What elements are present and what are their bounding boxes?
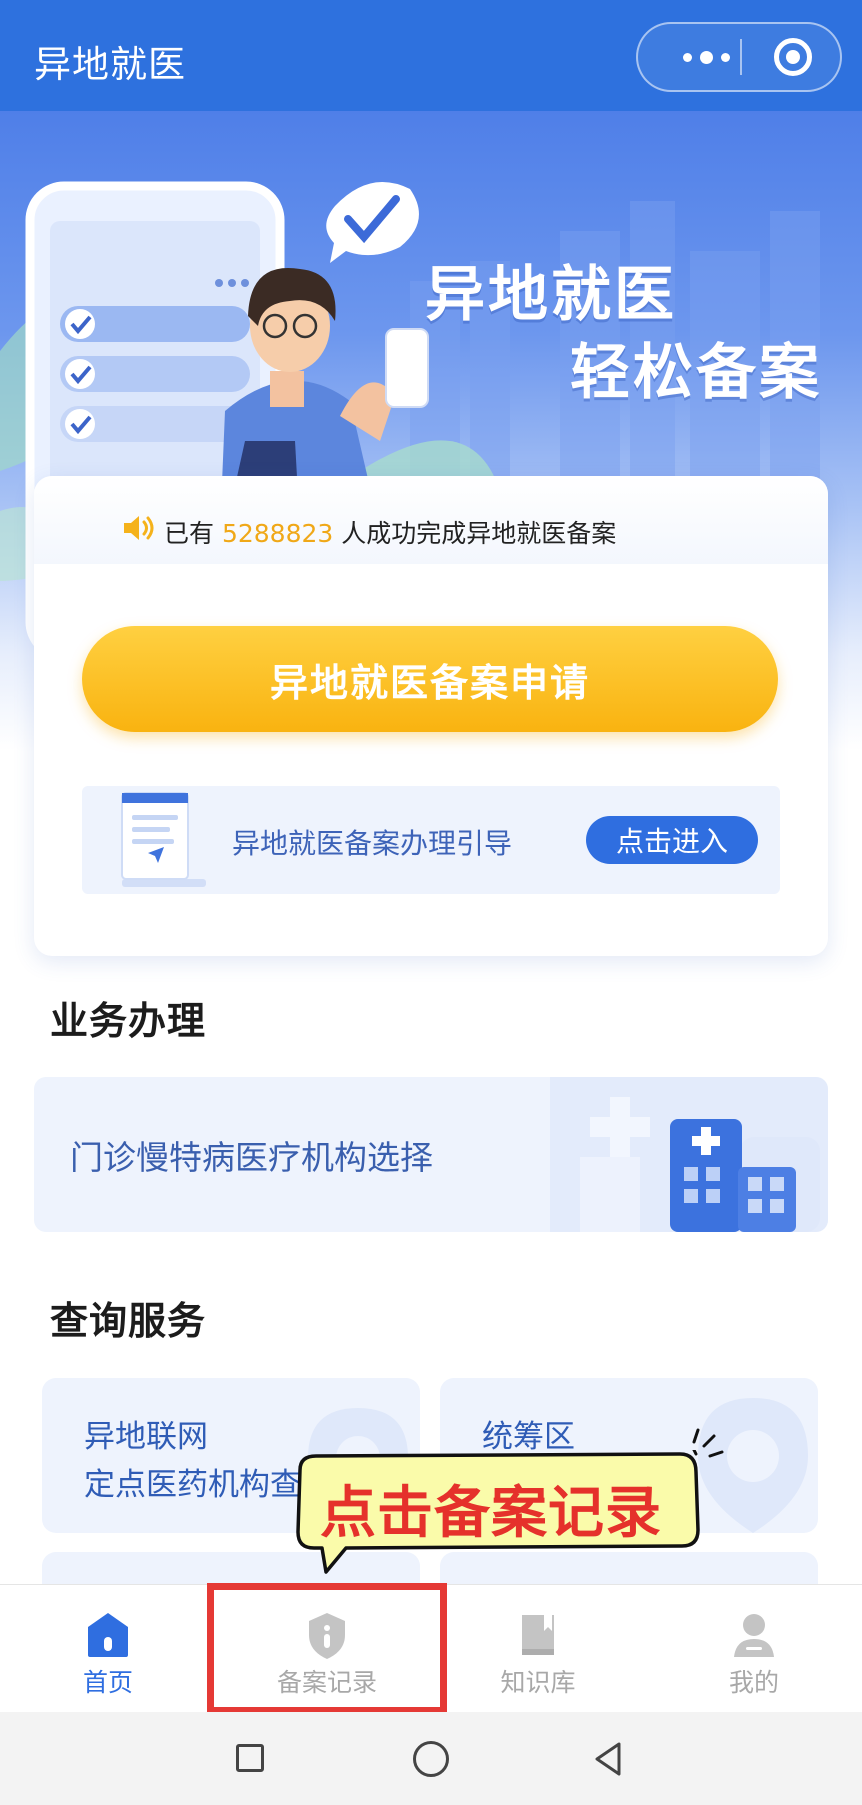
chronic-disease-institution-label: 门诊慢特病医疗机构选择 — [70, 1138, 433, 1177]
home-button[interactable] — [413, 1741, 449, 1777]
query-section-title: 查询服务 — [50, 1299, 207, 1343]
emphasis-marks — [692, 1428, 724, 1458]
notice-prefix: 已有 — [164, 519, 215, 548]
tab-profile[interactable]: 我的 — [674, 1585, 834, 1713]
hero-title-line-2: 轻松备案 — [570, 338, 822, 408]
hospital-icon — [550, 1077, 828, 1232]
registration-records-highlight — [207, 1583, 447, 1714]
registration-guide-banner[interactable]: 异地就医备案办理引导 点击进入 — [82, 786, 780, 894]
user-icon — [734, 1614, 774, 1657]
registration-count: 5288823 — [221, 519, 334, 548]
top-navigation-bar: 异地就医 — [0, 0, 862, 111]
mini-program-capsule — [636, 22, 842, 92]
chronic-disease-institution-entry[interactable]: 门诊慢特病医疗机构选择 — [34, 1077, 828, 1232]
speaker-icon — [124, 516, 154, 540]
apply-registration-button[interactable]: 异地就医备案申请 — [82, 626, 778, 732]
back-button[interactable] — [591, 1740, 625, 1778]
registration-card: 已有 5288823 人成功完成异地就医备案 异地就医备案申请 异地就医备案办理… — [34, 476, 828, 956]
tab-home[interactable]: 首页 — [28, 1585, 188, 1713]
capsule-divider — [740, 39, 742, 75]
notice-text: 已有 5288823 人成功完成异地就医备案 — [164, 514, 616, 550]
tab-label: 首页 — [82, 1668, 133, 1697]
close-mini-program-button[interactable] — [774, 38, 812, 76]
system-navigation-bar — [0, 1712, 862, 1805]
hero-title-line-1: 异地就医 — [425, 260, 677, 330]
registration-count-notice: 已有 5288823 人成功完成异地就医备案 — [34, 476, 828, 564]
document-guide-icon — [121, 792, 206, 887]
tab-label: 知识库 — [500, 1668, 576, 1697]
page-title: 异地就医 — [34, 43, 186, 86]
home-icon — [88, 1613, 128, 1657]
tile-title-line-2: 定点医药机构查 — [84, 1467, 301, 1503]
tile-title-line-1: 异地联网 — [84, 1419, 208, 1455]
tab-knowledge-base[interactable]: 知识库 — [458, 1585, 618, 1713]
recent-apps-button[interactable] — [236, 1744, 264, 1772]
book-icon — [522, 1615, 554, 1655]
registration-guide-label: 异地就医备案办理引导 — [232, 827, 513, 860]
tab-label: 我的 — [728, 1668, 779, 1697]
notice-suffix: 人成功完成异地就医备案 — [341, 519, 617, 548]
more-options-button[interactable] — [666, 24, 746, 90]
enter-guide-button[interactable]: 点击进入 — [586, 816, 758, 864]
callout-text: 点击备案记录 — [320, 1481, 662, 1546]
business-section-title: 业务办理 — [50, 999, 207, 1043]
